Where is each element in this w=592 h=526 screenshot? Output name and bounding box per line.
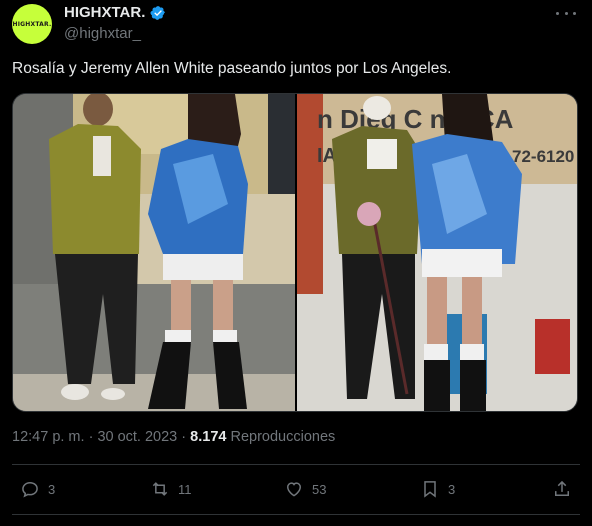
tweet-text: Rosalía y Jeremy Allen White paseando ju… [12, 60, 452, 77]
handle[interactable]: @highxtar_ [64, 25, 141, 42]
views-label: Reproducciones [226, 429, 336, 445]
photo-left-image [13, 94, 295, 411]
more-icon[interactable] [556, 6, 576, 20]
meta-separator: · [177, 429, 191, 445]
verified-icon [150, 5, 166, 20]
like-icon [286, 482, 302, 497]
reply-count: 3 [48, 481, 56, 497]
retweet-count: 11 [178, 481, 192, 497]
retweet-icon [152, 482, 168, 496]
bookmark-button[interactable]: 3 [420, 476, 455, 502]
tweet-meta: 12:47 p. m. · 30 oct. 2023 · 8.174 Repro… [12, 429, 335, 445]
avatar-text: HIGHXTAR. [12, 20, 52, 28]
like-button[interactable]: 53 [284, 476, 326, 502]
tweet-date[interactable]: 30 oct. 2023 [97, 429, 177, 445]
share-button[interactable] [552, 476, 572, 502]
bookmark-count: 3 [448, 481, 456, 497]
bookmark-icon [424, 481, 436, 498]
photo-right[interactable]: n Dieg C nty CA IA 72-6120 [297, 94, 577, 411]
photo-right-image: n Dieg C nty CA IA 72-6120 [297, 94, 577, 411]
reply-button[interactable]: 3 [20, 476, 55, 502]
share-icon [555, 480, 569, 496]
tweet-time[interactable]: 12:47 p. m. [12, 429, 85, 445]
views-count: 8.174 [190, 429, 227, 445]
tweet-media[interactable]: n Dieg C nty CA IA 72-6120 [12, 93, 578, 412]
avatar[interactable]: HIGHXTAR. [12, 4, 52, 44]
tweet-header: HIGHXTAR. HIGHXTAR. @highxtar_ [12, 4, 580, 48]
reply-icon [22, 481, 38, 498]
meta-separator: · [84, 429, 98, 445]
divider [12, 464, 580, 465]
divider [12, 514, 580, 515]
like-count: 53 [312, 481, 327, 497]
photo-left[interactable] [13, 94, 295, 411]
display-name[interactable]: HIGHXTAR. [64, 4, 145, 21]
sign-phone: 72-6120 [512, 147, 574, 166]
name-row: HIGHXTAR. [64, 4, 166, 21]
action-bar: 3 11 53 3 [12, 476, 580, 502]
retweet-button[interactable]: 11 [150, 476, 192, 502]
